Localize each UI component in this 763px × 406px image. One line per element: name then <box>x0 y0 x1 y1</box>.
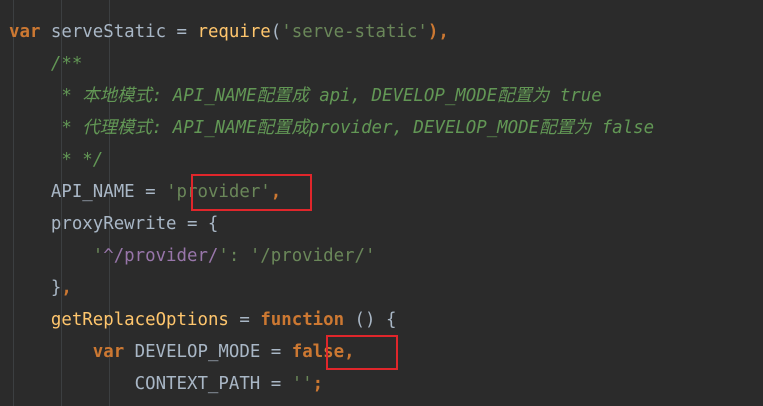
code-token: = <box>228 310 261 330</box>
code-token: API_NAME = <box>9 182 167 202</box>
code-token: ; <box>312 374 324 394</box>
code-token: '' <box>291 374 313 394</box>
code-line[interactable]: * 代理模式: API_NAME配置成provider, DEVELOP_MOD… <box>9 112 654 144</box>
code-editor[interactable]: var serveStatic = require('serve-static'… <box>0 0 763 406</box>
code-token: ' <box>9 246 104 266</box>
code-token: var <box>92 342 125 362</box>
code-token: ^/provider/ <box>103 246 219 266</box>
code-token: } <box>9 278 62 298</box>
code-token: DEVELOP_MODE = <box>124 342 292 362</box>
code-line[interactable]: '^/provider/': '/provider/' <box>9 240 376 272</box>
highlight-box-false <box>326 335 398 370</box>
code-line[interactable]: }, <box>9 272 72 304</box>
code-line[interactable]: * */ <box>9 144 103 176</box>
code-token: ': '/provider/' <box>218 246 376 266</box>
code-token: * 代理模式: API_NAME配置成provider, DEVELOP_MOD… <box>9 118 655 138</box>
code-line[interactable]: var serveStatic = require('serve-static'… <box>9 16 449 48</box>
code-line[interactable]: proxyRewrite = { <box>9 208 219 240</box>
code-line[interactable]: var DEVELOP_MODE = false, <box>9 336 355 368</box>
code-token: , <box>61 278 72 298</box>
highlight-box-provider <box>191 174 312 211</box>
code-token: var <box>9 22 41 42</box>
code-token: require <box>197 22 271 42</box>
code-token: CONTEXT_PATH = <box>9 374 292 394</box>
code-line[interactable]: getReplaceOptions = function () { <box>9 304 397 336</box>
code-token: serveStatic = <box>40 22 198 42</box>
code-line[interactable]: * 本地模式: API_NAME配置成 api, DEVELOP_MODE配置为… <box>9 80 602 112</box>
code-token: * */ <box>9 150 104 170</box>
code-token: 'serve-static' <box>281 22 428 42</box>
code-token: /** <box>9 54 83 74</box>
code-token: ( <box>270 22 282 42</box>
code-token: () { <box>344 310 397 330</box>
code-line[interactable]: /** <box>9 48 82 80</box>
code-token: * 本地模式: API_NAME配置成 api, DEVELOP_MODE配置为… <box>9 86 602 106</box>
code-token: ), <box>427 22 449 42</box>
code-token: proxyRewrite = { <box>9 214 219 234</box>
code-line[interactable]: CONTEXT_PATH = ''; <box>9 368 324 400</box>
code-token: function <box>260 310 345 330</box>
code-token: getReplaceOptions <box>50 310 229 330</box>
